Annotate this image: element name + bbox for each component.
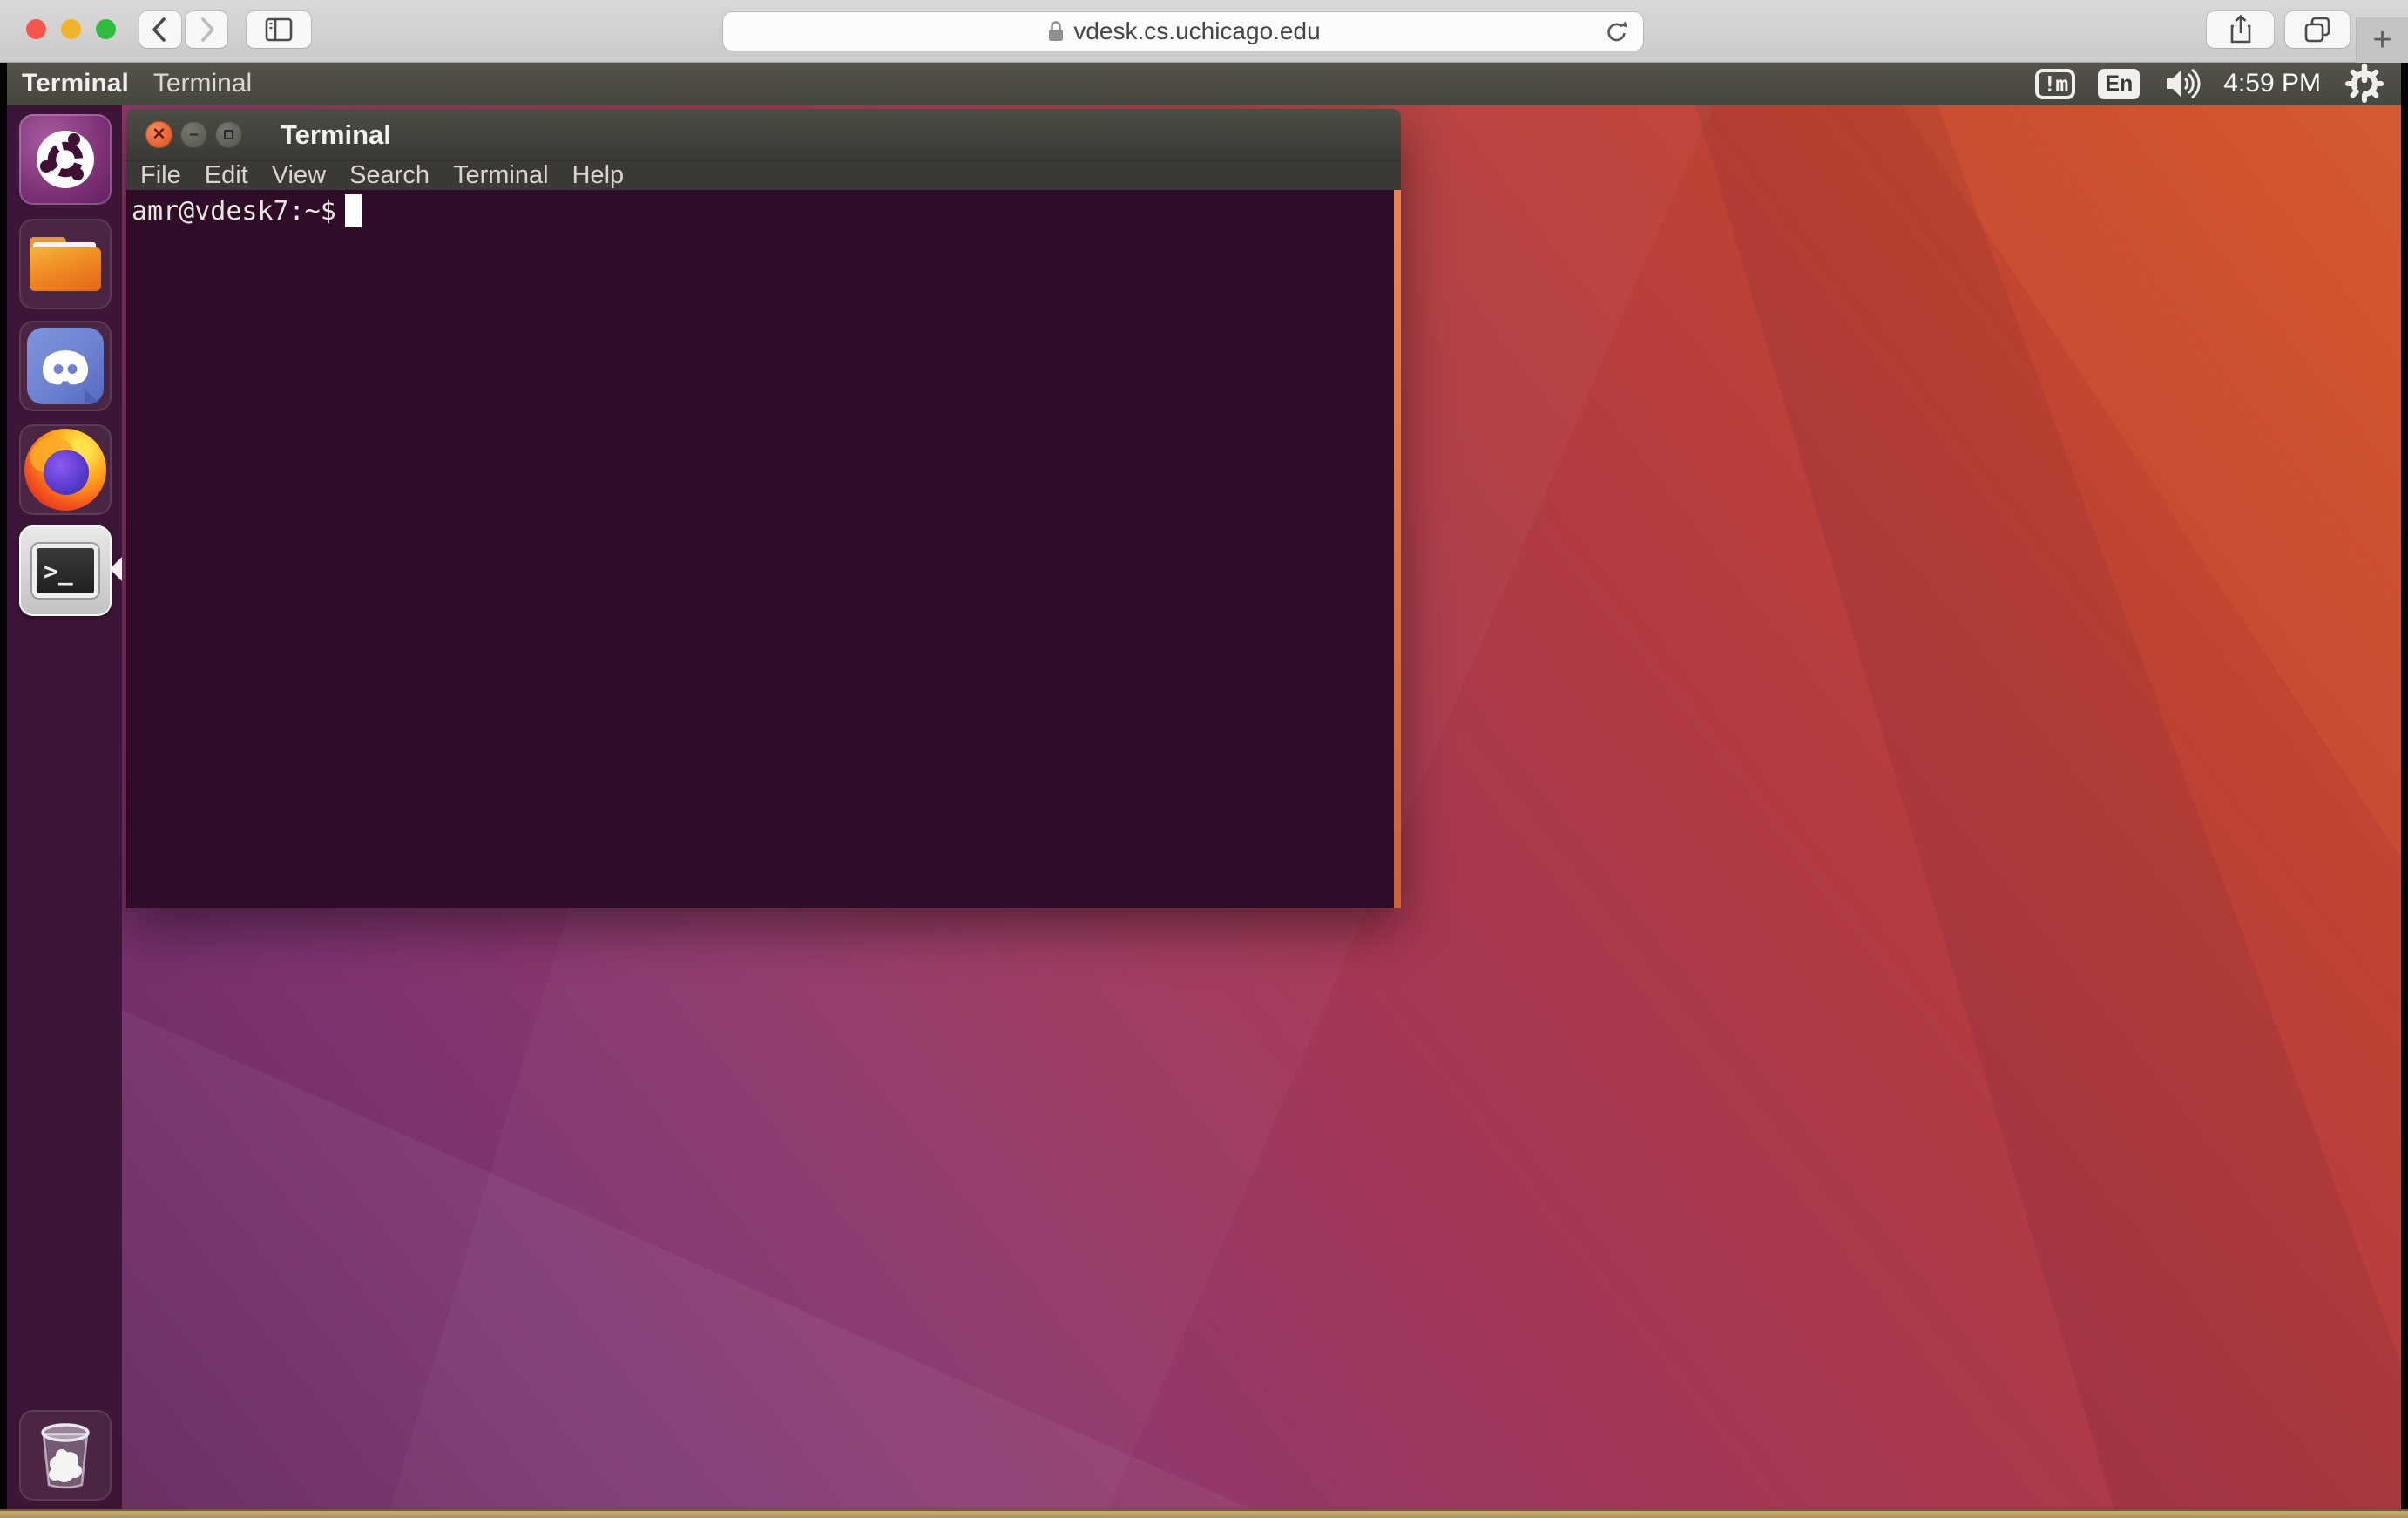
- launcher-item-ubuntu-dash[interactable]: [19, 114, 112, 205]
- lock-icon: [1045, 18, 1066, 44]
- menu-help[interactable]: Help: [572, 161, 625, 190]
- unity-launcher: >_: [7, 105, 122, 1509]
- menu-edit[interactable]: Edit: [205, 161, 248, 190]
- shell-prompt: amr@vdesk7:~$: [132, 196, 336, 227]
- ubuntu-circle-of-friends-icon: [31, 125, 99, 193]
- terminal-window-title: Terminal: [281, 119, 391, 151]
- macos-close-button[interactable]: [26, 19, 46, 39]
- terminal-titlebar[interactable]: ✕ – Terminal: [126, 109, 1401, 161]
- back-icon: [142, 11, 179, 48]
- ubuntu-top-panel: Terminal Terminal !m En 4:59 PM: [7, 63, 2401, 105]
- share-icon: [2222, 10, 2260, 49]
- panel-app-name[interactable]: Terminal: [22, 69, 129, 98]
- macos-minimize-button[interactable]: [61, 19, 81, 39]
- volume-icon[interactable]: [2162, 66, 2201, 101]
- panel-indicators: !m En 4:59 PM: [2035, 63, 2401, 105]
- terminal-content[interactable]: amr@vdesk7:~$: [126, 190, 1401, 908]
- panel-window-title: Terminal: [153, 69, 252, 98]
- terminal-window: ✕ – Terminal File Edit View Search Termi…: [126, 109, 1401, 908]
- launcher-item-files[interactable]: [19, 219, 112, 309]
- orange-folder-icon: [30, 237, 101, 291]
- address-bar[interactable]: vdesk.cs.uchicago.edu: [723, 12, 1643, 51]
- window-minimize-button[interactable]: –: [180, 121, 207, 148]
- language-indicator[interactable]: En: [2098, 69, 2140, 99]
- back-button[interactable]: [139, 11, 181, 48]
- plus-icon: +: [2372, 22, 2391, 59]
- tabs-icon: [2298, 10, 2337, 49]
- ubuntu-desktop: Terminal Terminal !m En 4:59 PM: [7, 63, 2401, 1509]
- window-maximize-button[interactable]: [215, 121, 242, 148]
- terminal-prompt-icon: >_: [32, 544, 98, 598]
- launcher-item-discord[interactable]: [19, 321, 112, 411]
- menu-file[interactable]: File: [140, 161, 181, 190]
- discord-icon: [27, 328, 104, 404]
- macos-zoom-button[interactable]: [96, 19, 116, 39]
- browser-toolbar: vdesk.cs.uchicago.edu +: [0, 0, 2408, 63]
- reload-button[interactable]: [1603, 18, 1631, 46]
- terminal-menubar: File Edit View Search Terminal Help: [126, 161, 1401, 190]
- menu-search[interactable]: Search: [349, 161, 430, 190]
- new-tab-button[interactable]: +: [2356, 17, 2408, 63]
- launcher-item-trash[interactable]: [19, 1410, 112, 1501]
- maximize-icon: [224, 130, 233, 139]
- sidebar-toggle-button[interactable]: [247, 11, 311, 48]
- tab-overview-button[interactable]: [2285, 11, 2350, 48]
- menu-terminal[interactable]: Terminal: [453, 161, 549, 190]
- share-button[interactable]: [2207, 11, 2274, 48]
- terminal-scrollbar[interactable]: [1394, 190, 1401, 908]
- sidebar-icon: [259, 11, 299, 48]
- viewport-bottom-edge: [0, 1509, 2408, 1518]
- menu-view[interactable]: View: [272, 161, 326, 190]
- keyboard-indicator-icon[interactable]: !m: [2035, 69, 2075, 99]
- window-close-button[interactable]: ✕: [145, 121, 172, 148]
- session-gear-icon[interactable]: [2344, 63, 2385, 105]
- forward-button[interactable]: [186, 11, 227, 48]
- forward-icon: [188, 11, 225, 48]
- terminal-cursor: [345, 194, 362, 227]
- launcher-item-terminal[interactable]: >_: [19, 525, 112, 616]
- panel-clock[interactable]: 4:59 PM: [2223, 69, 2321, 98]
- firefox-icon: [24, 429, 106, 511]
- url-text: vdesk.cs.uchicago.edu: [1073, 17, 1320, 45]
- launcher-item-firefox[interactable]: [19, 424, 112, 515]
- trash-bin-icon: [31, 1419, 99, 1492]
- focused-indicator-arrow: [110, 557, 122, 581]
- remote-desktop-viewport: Terminal Terminal !m En 4:59 PM: [0, 63, 2408, 1518]
